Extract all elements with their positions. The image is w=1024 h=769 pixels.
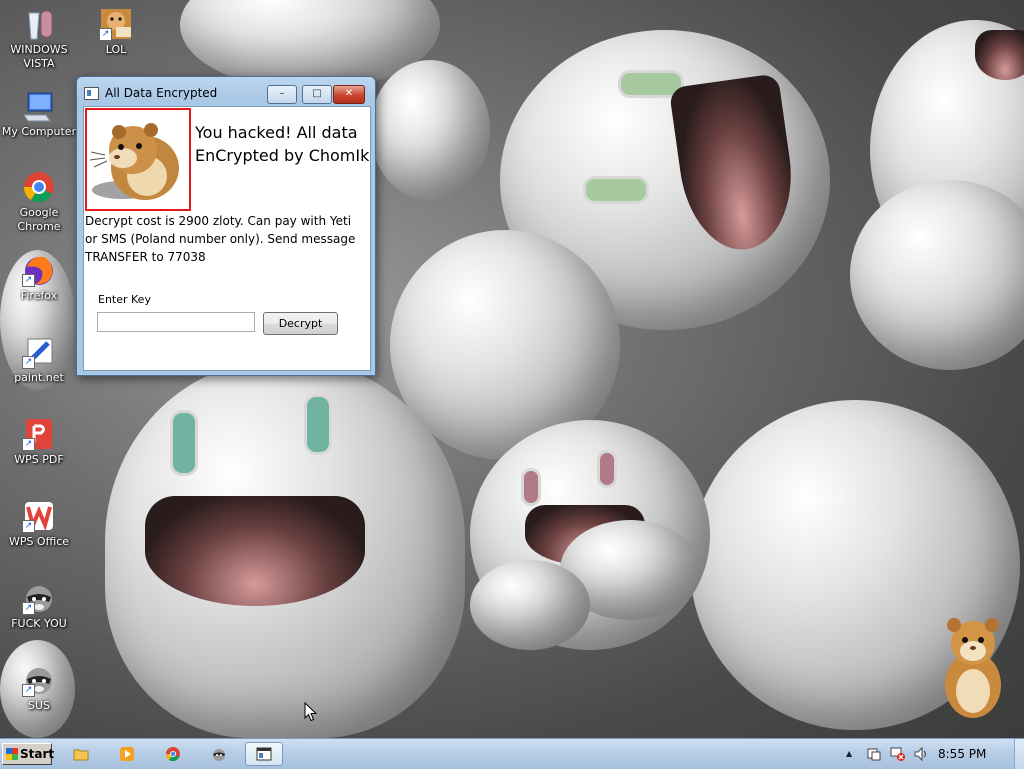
- network-disconnected-icon[interactable]: [890, 746, 906, 762]
- windows-logo-icon: [6, 748, 18, 760]
- wallpaper-creature: [850, 180, 1024, 370]
- desktop-icon-label: SUS: [27, 699, 51, 712]
- desktop-icon-label: FUCK YOU: [11, 617, 67, 630]
- shortcut-arrow-icon: ↗: [22, 356, 35, 369]
- media-player-icon: [120, 747, 134, 761]
- desktop-icon-label: WPS PDF: [14, 453, 64, 466]
- desktop-icon-label: Google Chrome: [17, 206, 61, 233]
- close-button[interactable]: ✕: [333, 85, 365, 104]
- wallpaper-creature-eye: [597, 450, 617, 488]
- taskbar: Start ▲ 8:55 PM: [0, 738, 1024, 769]
- encryption-dialog-window[interactable]: All Data Encrypted – □ ✕ You hacked! All…: [76, 76, 376, 376]
- folder-icon: [73, 749, 89, 761]
- window-app-icon: [256, 747, 272, 761]
- recycle-bin-icon: [22, 7, 56, 41]
- start-label: Start: [20, 747, 55, 761]
- desktop-icon-wps-office[interactable]: ↗ WPS Office: [1, 499, 77, 549]
- ransom-message: Decrypt cost is 2900 zloty. Can pay with…: [85, 214, 356, 264]
- computer-icon: [22, 89, 56, 123]
- maximize-icon: □: [312, 88, 322, 99]
- shortcut-arrow-icon: ↗: [22, 602, 35, 615]
- taskbar-app-chrome[interactable]: [154, 742, 192, 766]
- raccoon-icon: ↗: [22, 581, 56, 615]
- desktop-icon-sus[interactable]: ↗ SUS: [1, 663, 77, 713]
- minimize-icon: –: [279, 88, 285, 99]
- raccoon-icon: ↗: [22, 663, 56, 697]
- dialog-titlebar[interactable]: All Data Encrypted – □ ✕: [77, 77, 375, 105]
- wallpaper-creature-hand: [470, 560, 590, 650]
- taskbar-app-raccoon[interactable]: [200, 742, 238, 766]
- desktop-icon-firefox[interactable]: ↗ Firefox: [1, 253, 77, 303]
- minimize-button[interactable]: –: [267, 85, 297, 104]
- shortcut-arrow-icon: ↗: [22, 274, 35, 287]
- wallpaper-creature-eye: [170, 410, 198, 476]
- chrome-icon: [22, 170, 56, 204]
- decrypt-button[interactable]: Decrypt: [263, 312, 338, 335]
- raccoon-icon: [213, 749, 225, 761]
- decryption-key-input[interactable]: [97, 312, 255, 332]
- wps-pdf-icon: ↗: [22, 417, 56, 451]
- desktop-icon-wps-pdf[interactable]: ↗ WPS PDF: [1, 417, 77, 467]
- shortcut-arrow-icon: ↗: [99, 28, 112, 41]
- wallpaper-creature-eye: [583, 176, 649, 204]
- enter-key-label: Enter Key: [98, 293, 151, 306]
- desktop-icon-label: WINDOWS VISTA: [10, 43, 68, 70]
- dialog-title: All Data Encrypted: [105, 86, 218, 100]
- wps-office-icon: ↗: [22, 499, 56, 533]
- taskbar-app-media-player[interactable]: [108, 742, 146, 766]
- shortcut-arrow-icon: ↗: [22, 438, 35, 451]
- hamster-desktop-pet-icon[interactable]: [940, 615, 1006, 720]
- desktop-icon-label: paint.net: [14, 371, 64, 384]
- system-clock[interactable]: 8:55 PM: [938, 747, 986, 761]
- window-app-icon: [84, 87, 99, 100]
- wallpaper-creature: [370, 60, 490, 200]
- hamster-icon: ↗: [99, 7, 133, 41]
- desktop-icon-google-chrome[interactable]: Google Chrome: [1, 170, 77, 234]
- hamster-image: [85, 108, 191, 211]
- desktop-icon-label: LOL: [105, 43, 127, 56]
- wallpaper-creature-eye: [521, 468, 541, 506]
- mouse-cursor-icon: [304, 702, 317, 722]
- shortcut-arrow-icon: ↗: [22, 684, 35, 697]
- dialog-client-area: You hacked! All data EnCrypted by ChomIk…: [83, 106, 371, 371]
- desktop-icon-my-computer[interactable]: My Computer: [1, 89, 77, 139]
- ransom-headline: You hacked! All data EnCrypted by ChomIk: [195, 123, 370, 165]
- close-icon: ✕: [344, 88, 354, 99]
- paintnet-icon: ↗: [22, 335, 56, 369]
- taskbar-app-file-explorer[interactable]: [62, 742, 100, 766]
- wallpaper-creature-eye: [304, 394, 332, 455]
- desktop-icon-windows-vista[interactable]: WINDOWS VISTA: [1, 7, 77, 71]
- wallpaper-creature-mouth: [145, 496, 365, 606]
- hamster-icon: [89, 123, 179, 200]
- maximize-button[interactable]: □: [302, 85, 332, 104]
- desktop-icon-label: WPS Office: [8, 535, 70, 548]
- desktop-icon-label: My Computer: [1, 125, 77, 138]
- action-center-flag-icon[interactable]: [866, 746, 882, 762]
- firefox-icon: ↗: [22, 253, 56, 287]
- show-desktop-button[interactable]: [1014, 739, 1024, 769]
- desktop-icon-lol[interactable]: ↗ LOL: [78, 7, 154, 57]
- desktop-icon-fuck-you[interactable]: ↗ FUCK YOU: [1, 581, 77, 631]
- desktop-icon-label: Firefox: [20, 289, 58, 302]
- chrome-icon: [165, 747, 180, 762]
- taskbar-app-encryption-window[interactable]: [245, 742, 283, 766]
- shortcut-arrow-icon: ↗: [22, 520, 35, 533]
- show-hidden-icons-button[interactable]: ▲: [846, 749, 852, 758]
- start-button[interactable]: Start: [2, 743, 55, 765]
- desktop-icon-paintnet[interactable]: ↗ paint.net: [1, 335, 77, 385]
- volume-icon[interactable]: [913, 746, 929, 762]
